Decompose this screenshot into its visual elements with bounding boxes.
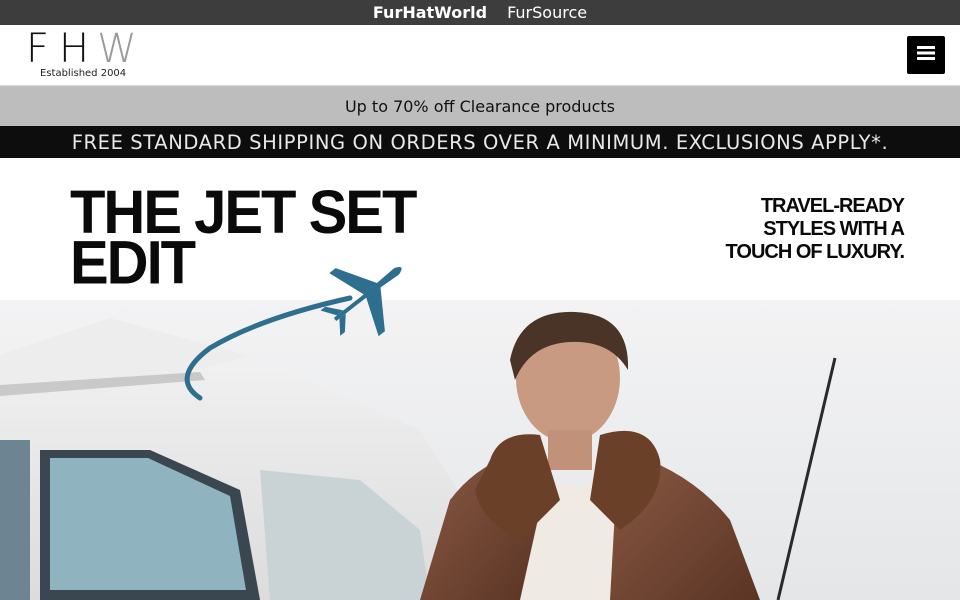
hero-subtitle-line2: STYLES WITH A (763, 218, 905, 240)
airplane-icon (180, 258, 420, 408)
hero-subtitle-line1: TRAVEL-READY (760, 195, 905, 217)
promo-banner[interactable]: Up to 70% off Clearance products (0, 86, 960, 126)
site-link-furhatworld[interactable]: FurHatWorld (373, 3, 487, 22)
hero-subtitle-line3: TOUCH OF LUXURY. (725, 241, 905, 263)
logo[interactable]: F H W Established 2004 (26, 26, 148, 80)
shipping-banner: FREE STANDARD SHIPPING ON ORDERS OVER A … (0, 126, 960, 158)
shipping-text: FREE STANDARD SHIPPING ON ORDERS OVER A … (71, 130, 889, 154)
site-link-fursource[interactable]: FurSource (507, 3, 587, 22)
top-site-bar: FurHatWorld FurSource (0, 0, 960, 25)
logo-letter-f: F (26, 26, 52, 72)
hero-heading-area: THE JET SET EDIT TRAVEL-READY STYLES WIT… (0, 158, 960, 300)
promo-text[interactable]: Up to 70% off Clearance products (345, 97, 615, 116)
hero-image[interactable] (0, 300, 960, 600)
hamburger-menu-icon (917, 45, 935, 65)
hero-banner[interactable]: THE JET SET EDIT TRAVEL-READY STYLES WIT… (0, 158, 960, 600)
site-header: F H W Established 2004 (0, 25, 960, 86)
hero-subtitle: TRAVEL-READY STYLES WITH A TOUCH OF LUXU… (725, 195, 905, 264)
logo-letters: F H W (26, 26, 148, 72)
logo-letter-w: W (97, 26, 139, 72)
menu-button[interactable] (907, 36, 945, 74)
logo-letter-h: H (59, 26, 92, 72)
